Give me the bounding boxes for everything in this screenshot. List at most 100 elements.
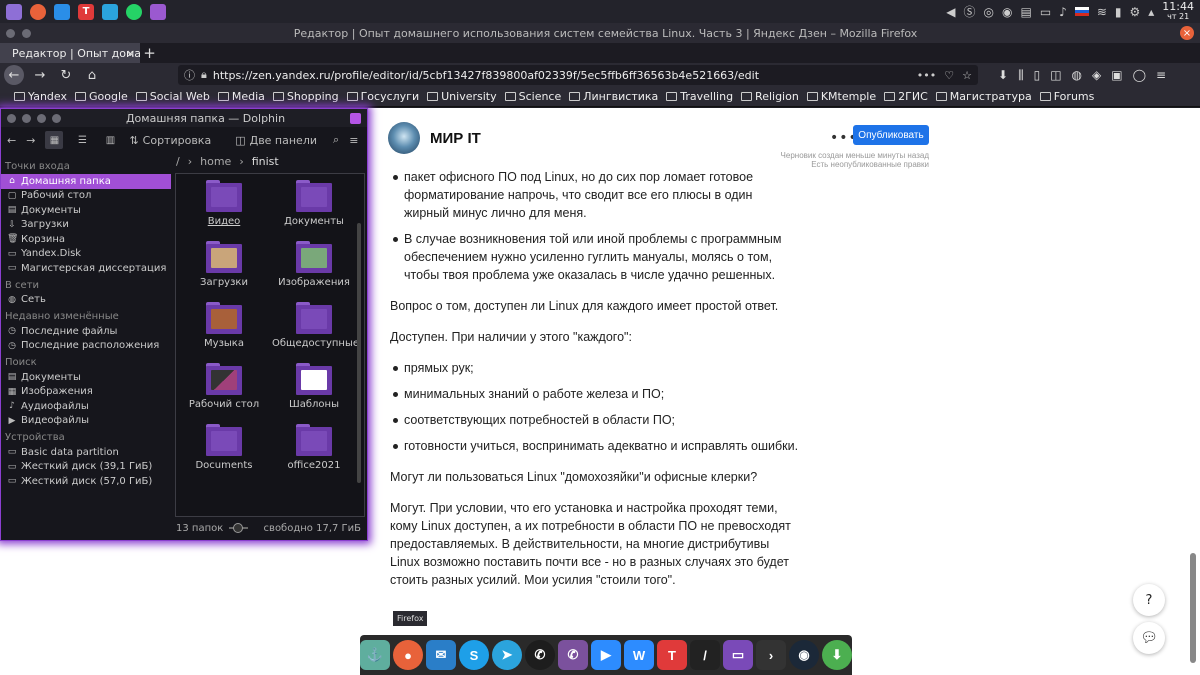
- dock-mail-icon[interactable]: ✉: [426, 640, 456, 670]
- lock-icon[interactable]: 🔒︎: [201, 68, 207, 82]
- downloads-icon[interactable]: ⬇: [998, 68, 1008, 83]
- dolphin-close-button[interactable]: [350, 112, 361, 124]
- reload-button[interactable]: ↻: [56, 65, 76, 85]
- place-item-recent[interactable]: ◷ Последние файлы: [1, 324, 173, 339]
- place-item-places[interactable]: ⌂ Домашняя папка: [1, 174, 171, 189]
- tray-expand-icon[interactable]: ▴: [1148, 5, 1154, 19]
- zoom-slider[interactable]: [229, 523, 248, 533]
- window-menu-button[interactable]: [6, 28, 15, 38]
- dock-firefox-icon[interactable]: ●: [393, 640, 423, 670]
- folder-item[interactable]: Documents: [180, 424, 268, 481]
- place-item-search[interactable]: ▶ Видеофайлы: [1, 414, 173, 429]
- folder-item[interactable]: office2021: [270, 424, 358, 481]
- bookmark-item[interactable]: Forums: [1039, 90, 1094, 103]
- whatsapp-icon[interactable]: [126, 3, 142, 20]
- place-item-search[interactable]: ▦ Изображения: [1, 385, 173, 400]
- channel-logo[interactable]: [388, 122, 420, 154]
- list-item[interactable]: соответствующих потребностей в области П…: [390, 411, 800, 429]
- breadcrumb-home[interactable]: home: [200, 155, 231, 168]
- extension-icon[interactable]: ◈: [1092, 68, 1101, 83]
- list-item[interactable]: пакет офисного ПО под Linux, но до сих п…: [390, 168, 800, 222]
- dolphin-menu-button[interactable]: [7, 113, 16, 123]
- folder-item[interactable]: Шаблоны: [270, 363, 358, 420]
- icons-view-icon[interactable]: ▦: [45, 131, 64, 149]
- bookmark-item[interactable]: Religion: [741, 90, 799, 103]
- list-item[interactable]: готовности учиться, воспринимать адекват…: [390, 437, 800, 455]
- place-item-places[interactable]: ▤ Документы: [1, 203, 173, 218]
- bookmark-item[interactable]: Travelling: [666, 90, 733, 103]
- bookmark-item[interactable]: KMtemple: [806, 90, 876, 103]
- wifi-icon[interactable]: ≋: [1097, 5, 1107, 19]
- back-button[interactable]: ←: [4, 65, 24, 85]
- paragraph[interactable]: Вопрос о том, доступен ли Linux для кажд…: [390, 297, 800, 315]
- search-icon[interactable]: ⌕: [333, 133, 339, 147]
- forward-arrow-icon[interactable]: →: [26, 134, 35, 147]
- skype-tray-icon[interactable]: Ⓢ: [963, 3, 975, 20]
- place-item-places[interactable]: ▭ Магистерская диссертация: [1, 261, 173, 276]
- dolphin-maximize-button[interactable]: [52, 113, 61, 123]
- help-button[interactable]: ?: [1133, 584, 1165, 616]
- typora-icon[interactable]: T: [78, 3, 94, 20]
- compact-view-icon[interactable]: ☰: [73, 131, 91, 149]
- folder-item[interactable]: Загрузки: [180, 241, 268, 298]
- bookmark-item[interactable]: Лингвистика: [569, 90, 658, 103]
- url-text[interactable]: https://zen.yandex.ru/profile/editor/id/…: [213, 69, 911, 82]
- page-actions-icon[interactable]: •••: [917, 69, 936, 82]
- sort-button[interactable]: ⇅ Сортировка: [129, 134, 211, 147]
- article-editor[interactable]: пакет офисного ПО под Linux, но до сих п…: [390, 168, 800, 602]
- pocket-icon[interactable]: ♡: [944, 69, 954, 82]
- site-info-icon[interactable]: ⓘ: [184, 67, 195, 83]
- paragraph[interactable]: Могут ли пользоваться Linux "домохозяйки…: [390, 468, 800, 486]
- dolphin-icon[interactable]: [150, 3, 166, 20]
- back-arrow-icon[interactable]: ←: [7, 134, 16, 147]
- place-item-recent[interactable]: ◷ Последние расположения: [1, 339, 173, 354]
- place-item-places[interactable]: 🗑︎ Корзина: [1, 232, 173, 247]
- place-item-devices[interactable]: ▭ Basic data partition: [1, 445, 173, 460]
- telegram-tray-icon[interactable]: ◉: [1002, 5, 1012, 19]
- dolphin-minimize-button[interactable]: [37, 113, 46, 123]
- tab-editor[interactable]: Редактор | Опыт домашнего: [0, 43, 140, 63]
- page-scrollbar[interactable]: [1190, 553, 1196, 663]
- hamburger-menu-icon[interactable]: ≡: [349, 134, 358, 147]
- clock[interactable]: 11:44 чт 21: [1162, 1, 1194, 22]
- forward-button[interactable]: →: [30, 65, 50, 85]
- folder-item[interactable]: Изображения: [270, 241, 358, 298]
- dock-editor-icon[interactable]: /: [690, 640, 720, 670]
- bookmark-item[interactable]: 2ГИС: [884, 90, 928, 103]
- place-item-devices[interactable]: ▭ Жесткий диск (39,1 ГиБ): [1, 460, 173, 475]
- folder-item[interactable]: Общедоступные: [270, 302, 359, 359]
- clipboard-icon[interactable]: ▤: [1020, 5, 1031, 19]
- library-icon[interactable]: ⫼: [1018, 68, 1024, 83]
- zoom-slider-handle[interactable]: [233, 523, 244, 533]
- place-item-places[interactable]: ▭ Yandex.Disk: [1, 247, 173, 262]
- dock-anchor-icon[interactable]: ⚓: [360, 640, 390, 670]
- dolphin-pin-button[interactable]: [22, 113, 31, 123]
- reader-icon[interactable]: ◫: [1050, 68, 1061, 83]
- dock-viber-icon[interactable]: ✆: [558, 640, 588, 670]
- telegram-icon[interactable]: [102, 3, 118, 20]
- bookmark-item[interactable]: Science: [504, 90, 561, 103]
- file-view[interactable]: Видео Документы Загрузки Изображения Музыка О…: [175, 173, 365, 517]
- bookmark-item[interactable]: Google: [74, 90, 128, 103]
- vpn-icon[interactable]: ◍: [1072, 68, 1082, 83]
- bookmark-item[interactable]: University: [427, 90, 497, 103]
- breadcrumb-current[interactable]: finist: [252, 155, 279, 168]
- folder-item[interactable]: Документы: [270, 180, 358, 237]
- bookmark-item[interactable]: Госуслуги: [346, 90, 419, 103]
- folder-item[interactable]: Рабочий стол: [180, 363, 268, 420]
- folder-item[interactable]: Музыка: [180, 302, 268, 359]
- list-item[interactable]: прямых рук;: [390, 359, 800, 377]
- paragraph[interactable]: Могут. При условии, что его установка и …: [390, 499, 800, 589]
- dock-downloader-icon[interactable]: ⬇: [822, 640, 852, 670]
- place-item-places[interactable]: ⇩ Загрузки: [1, 218, 173, 233]
- dock-typora-icon[interactable]: T: [657, 640, 687, 670]
- home-button[interactable]: ⌂: [82, 65, 102, 85]
- place-item-devices[interactable]: ▭ Жесткий диск (57,0 ГиБ): [1, 474, 173, 489]
- publish-button[interactable]: Опубликовать: [853, 125, 929, 145]
- bookmark-item[interactable]: Social Web: [135, 90, 210, 103]
- drive-icon[interactable]: ▭: [1040, 5, 1051, 19]
- split-view-button[interactable]: ◫ Две панели: [235, 134, 317, 147]
- volume-down-icon[interactable]: ◀: [946, 5, 955, 19]
- keyboard-layout-icon[interactable]: [1074, 7, 1089, 16]
- details-view-icon[interactable]: ▥: [101, 131, 119, 149]
